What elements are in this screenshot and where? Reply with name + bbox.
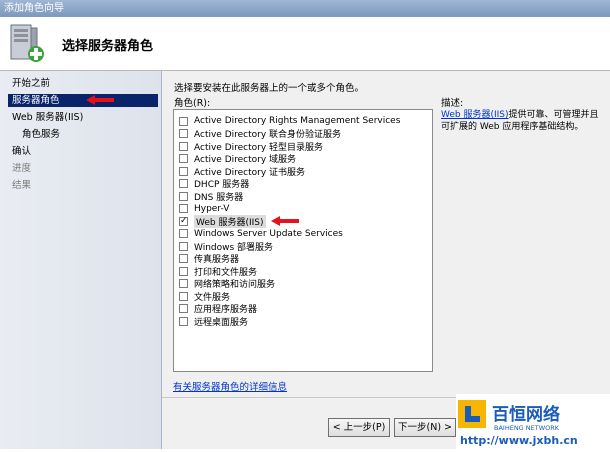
- brand-en-text: BAIHENG NETWORK: [494, 424, 560, 432]
- role-item[interactable]: 文件服务: [179, 290, 230, 303]
- role-checkbox[interactable]: [179, 116, 188, 126]
- instruction-text: 选择要安装在此服务器上的一个或多个角色。: [174, 83, 365, 94]
- role-checkbox[interactable]: [179, 279, 188, 289]
- role-item[interactable]: Active Directory 联合身份验证服务: [179, 128, 341, 140]
- server-add-icon: [10, 24, 44, 62]
- page-title: 选择服务器角色: [62, 39, 154, 54]
- role-checkbox[interactable]: [179, 191, 188, 201]
- window-titlebar: 添加角色向导: [0, 0, 610, 17]
- description-link[interactable]: Web 服务器(IIS): [441, 110, 509, 120]
- role-item[interactable]: Windows 部署服务: [179, 240, 273, 253]
- next-button[interactable]: 下一步(N) >: [394, 418, 456, 437]
- prev-button[interactable]: < 上一步(P): [328, 418, 390, 437]
- window-title: 添加角色向导: [4, 3, 64, 14]
- more-info-link[interactable]: 有关服务器角色的详细信息: [173, 379, 287, 393]
- role-checkbox[interactable]: [179, 266, 188, 276]
- role-item[interactable]: 远程桌面服务: [179, 315, 248, 328]
- role-checkbox[interactable]: [179, 304, 188, 314]
- description-title: 描述:: [441, 98, 464, 109]
- role-item[interactable]: 打印和文件服务: [179, 265, 257, 278]
- role-checkbox[interactable]: [179, 204, 188, 214]
- step-server-roles[interactable]: 服务器角色: [8, 94, 158, 107]
- brand-url-text: http://www.jxbh.cn: [460, 434, 578, 447]
- role-checkbox[interactable]: [179, 179, 188, 189]
- description-text: Web 服务器(IIS)提供可靠、可管理并且可扩展的 Web 应用程序基础结构。: [441, 110, 599, 132]
- role-item[interactable]: Active Directory 轻型目录服务: [179, 140, 323, 153]
- step-before-you-begin[interactable]: 开始之前: [12, 77, 50, 90]
- main-panel: 选择要安装在此服务器上的一个或多个角色。 角色(R): Active Direc…: [162, 71, 610, 449]
- step-confirmation[interactable]: 确认: [12, 145, 31, 158]
- role-checkbox-checked[interactable]: ✓: [179, 216, 188, 226]
- roles-label: 角色(R):: [174, 98, 211, 109]
- red-arrow-annotation: [271, 216, 299, 226]
- step-progress: 进度: [12, 163, 32, 174]
- role-checkbox[interactable]: [179, 141, 188, 151]
- step-role-services[interactable]: 角色服务: [22, 128, 60, 141]
- role-item[interactable]: Active Directory 域服务: [179, 153, 296, 165]
- red-arrow-annotation: [86, 95, 114, 105]
- brand-cn-text: 百恒网络: [492, 404, 560, 425]
- role-item[interactable]: Hyper-V: [179, 203, 229, 216]
- role-item[interactable]: 传真服务器: [179, 253, 239, 265]
- role-item-web-server[interactable]: ✓ Web 服务器(IIS): [179, 214, 266, 228]
- role-item[interactable]: 网络策略和访问服务: [179, 278, 275, 290]
- roles-list[interactable]: Active Directory Rights Management Servi…: [173, 109, 433, 372]
- wizard-steps-sidebar: 开始之前 服务器角色 Web 服务器(IIS) 角色服务 确认 进度 结果: [0, 71, 162, 449]
- watermark-logo: 百恒网络 BAIHENG NETWORK http://www.jxbh.cn: [456, 394, 610, 449]
- role-item[interactable]: Windows Server Update Services: [179, 228, 343, 241]
- role-item[interactable]: Active Directory Rights Management Servi…: [179, 115, 400, 128]
- role-checkbox[interactable]: [179, 254, 188, 264]
- role-checkbox[interactable]: [179, 316, 188, 326]
- role-checkbox[interactable]: [179, 129, 188, 139]
- role-item[interactable]: DNS 服务器: [179, 190, 243, 203]
- role-item[interactable]: Active Directory 证书服务: [179, 165, 305, 178]
- role-item[interactable]: DHCP 服务器: [179, 178, 249, 190]
- role-checkbox[interactable]: [179, 241, 188, 251]
- role-item[interactable]: 应用程序服务器: [179, 303, 257, 315]
- wizard-header: 选择服务器角色: [0, 17, 610, 71]
- role-checkbox[interactable]: [179, 166, 188, 176]
- baiheng-logo-icon: 百恒网络 BAIHENG NETWORK http://www.jxbh.cn: [458, 400, 578, 447]
- step-web-server-iis[interactable]: Web 服务器(IIS): [12, 111, 83, 124]
- role-checkbox[interactable]: [179, 229, 188, 239]
- step-results: 结果: [12, 180, 32, 191]
- role-checkbox[interactable]: [179, 154, 188, 164]
- role-checkbox[interactable]: [179, 291, 188, 301]
